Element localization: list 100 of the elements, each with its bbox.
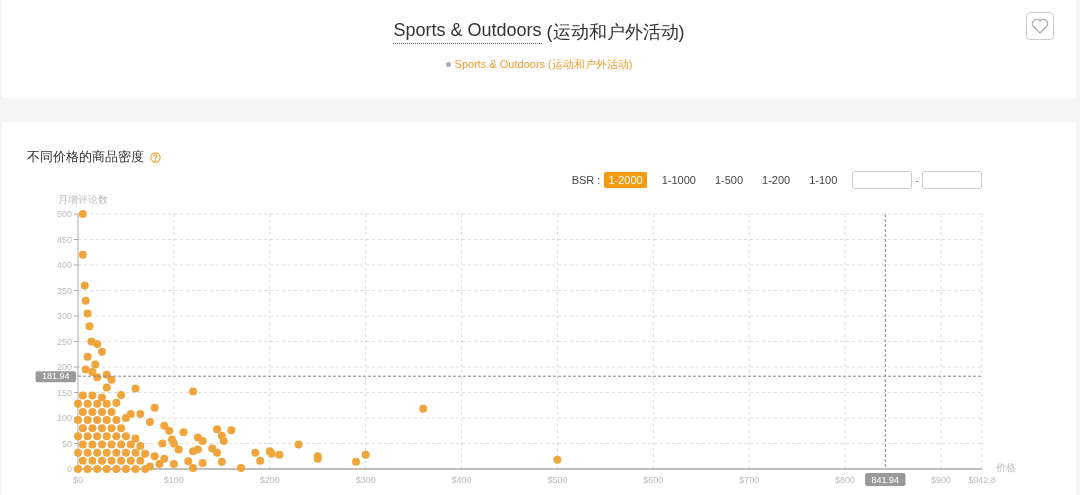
data-point	[81, 365, 90, 374]
data-point	[107, 440, 116, 449]
data-point	[93, 373, 102, 382]
data-point	[251, 448, 260, 457]
data-point	[217, 457, 226, 466]
axis-title: 价格	[996, 462, 1016, 473]
data-point	[102, 416, 111, 425]
data-point	[136, 409, 145, 418]
data-point	[78, 391, 87, 400]
data-point	[78, 250, 87, 259]
axis-tick-label: $0	[73, 475, 83, 485]
data-point	[97, 393, 106, 402]
data-point	[91, 360, 100, 369]
bsr-range-option[interactable]: 1-200	[758, 172, 795, 188]
data-point	[107, 424, 116, 433]
data-point	[83, 309, 92, 318]
data-point	[78, 210, 87, 218]
help-icon[interactable]	[150, 151, 161, 163]
data-point	[83, 352, 92, 361]
data-point	[198, 458, 207, 467]
data-point	[83, 448, 92, 457]
data-point	[131, 448, 140, 457]
bullet-icon	[445, 62, 451, 67]
data-point	[102, 399, 111, 408]
axis-tick-label: $400	[451, 475, 472, 485]
data-point	[112, 432, 121, 441]
data-point	[88, 456, 97, 465]
data-point	[160, 454, 169, 463]
data-point	[131, 434, 140, 443]
data-point	[93, 448, 102, 457]
data-point	[179, 428, 188, 437]
data-point	[361, 450, 370, 459]
axis-tick-label: 100	[56, 413, 72, 423]
axis-tick-label: 450	[56, 234, 72, 245]
data-point	[102, 448, 111, 457]
category-title-suffix: (运动和户外活动)	[545, 21, 685, 44]
data-point	[97, 440, 106, 449]
data-point	[155, 459, 164, 468]
data-point	[85, 322, 94, 331]
data-point	[88, 391, 97, 400]
data-point	[88, 424, 97, 433]
data-point	[213, 448, 222, 457]
data-point	[165, 426, 174, 435]
data-point	[78, 456, 87, 465]
range-input[interactable]	[922, 171, 982, 189]
bsr-label: BSR :	[571, 174, 601, 186]
data-point	[553, 455, 562, 464]
data-point	[83, 416, 92, 425]
data-point	[169, 459, 178, 468]
axis-tick-label: $500	[547, 475, 568, 485]
data-point	[117, 440, 126, 449]
heart-icon	[1031, 18, 1049, 34]
axis-tick-label: $100	[163, 475, 184, 485]
data-point	[275, 450, 284, 459]
data-point	[117, 456, 126, 465]
data-point	[112, 448, 121, 457]
data-point	[219, 436, 228, 445]
data-point	[184, 457, 193, 466]
data-point	[126, 409, 135, 418]
data-point	[160, 421, 169, 430]
axis-tick-label: $942.8	[968, 475, 996, 485]
section-title: 不同价格的商品密度	[27, 148, 144, 166]
data-point	[136, 456, 145, 465]
data-point	[145, 462, 154, 471]
data-point	[83, 432, 92, 441]
axis-tick-label: 500	[56, 209, 72, 219]
favorite-button[interactable]	[1026, 12, 1054, 40]
data-point	[78, 424, 87, 433]
data-point	[193, 445, 202, 454]
axis-tick-label: $600	[643, 475, 664, 485]
data-point	[126, 456, 135, 465]
data-point	[208, 444, 217, 453]
axis-tick-label: 250	[56, 336, 72, 347]
axis-tick-label: $300	[355, 475, 376, 485]
data-point	[126, 440, 135, 449]
category-title-link[interactable]: Sports & Outdoors	[393, 20, 542, 44]
data-point	[97, 456, 106, 465]
data-point	[117, 424, 126, 433]
data-point	[107, 456, 116, 465]
data-point	[81, 296, 90, 305]
data-point	[78, 407, 87, 416]
data-point	[102, 370, 111, 379]
axis-tick-label: 150	[56, 387, 72, 398]
bsr-range-option[interactable]: 1-100	[805, 172, 842, 188]
data-point	[112, 416, 121, 425]
bsr-range-option[interactable]: 1-500	[710, 172, 748, 188]
data-point	[102, 383, 111, 392]
axis-tick-label: 200	[56, 362, 72, 372]
data-point	[158, 439, 167, 448]
data-point	[88, 407, 97, 416]
data-point	[419, 404, 428, 413]
range-input[interactable]	[852, 171, 913, 189]
data-point	[107, 375, 116, 384]
data-point	[97, 407, 106, 416]
data-point	[78, 440, 87, 449]
range-separator: -	[915, 174, 919, 186]
axis-title: 月增评论数	[58, 194, 108, 205]
bsr-range-option[interactable]: 1-1000	[657, 172, 700, 188]
ref-line-label: 181.94	[42, 371, 70, 382]
data-point	[121, 448, 130, 457]
